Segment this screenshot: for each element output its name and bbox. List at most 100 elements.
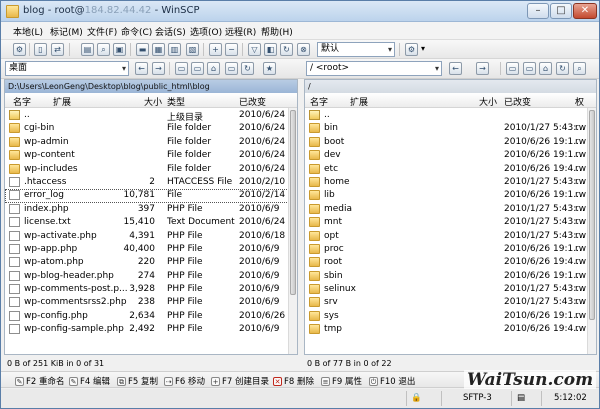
view-icon[interactable]: ▧	[186, 43, 199, 56]
menu-options[interactable]: 选项(O)	[190, 25, 222, 38]
table-row[interactable]: dev 2010/6/26 19:1... rw	[305, 149, 596, 162]
table-row[interactable]: wp-blog-header.php 274 PHP File 2010/6/9	[5, 270, 297, 283]
table-row[interactable]: error_log 10,781 File 2010/2/14	[5, 189, 297, 203]
right-back-icon[interactable]: ←	[449, 62, 462, 75]
table-row[interactable]: root 2010/6/26 19:4... rw	[305, 256, 596, 269]
menu-file[interactable]: 文件(F)	[87, 25, 117, 38]
table-row[interactable]: sys 2010/6/26 19:1... rw	[305, 310, 596, 323]
left-bookmark-icon[interactable]: ★	[263, 62, 276, 75]
table-row[interactable]: wp-content File folder 2010/6/24	[5, 149, 297, 162]
f2-rename-button[interactable]: ✎ F2 重命名	[15, 375, 65, 387]
table-row[interactable]: wp-admin File folder 2010/6/24	[5, 136, 297, 149]
left-home-icon[interactable]: ⌂	[207, 62, 220, 75]
table-row[interactable]: lib 2010/6/26 19:1... rw	[305, 189, 596, 202]
right-parent-icon[interactable]: ▭	[506, 62, 519, 75]
left-folder-icon[interactable]: ▭	[225, 62, 238, 75]
col-ext[interactable]: 扩展	[350, 95, 368, 108]
col-name[interactable]: 名字	[310, 95, 328, 108]
table-row[interactable]: wp-atom.php 220 PHP File 2010/6/9	[5, 256, 297, 269]
left-refresh-icon[interactable]: ↻	[241, 62, 254, 75]
col-changed[interactable]: 已改变	[239, 95, 266, 108]
col-permissions[interactable]: 权	[575, 95, 584, 108]
table-row[interactable]: wp-app.php 40,400 PHP File 2010/6/9	[5, 243, 297, 256]
local-scrollbar[interactable]	[288, 108, 297, 354]
table-row[interactable]: sbin 2010/6/26 19:1... rw	[305, 270, 596, 283]
minus-icon[interactable]: −	[225, 43, 238, 56]
refresh-icon[interactable]: ↻	[280, 43, 293, 56]
right-forward-icon[interactable]: →	[476, 62, 489, 75]
table-row[interactable]: wp-activate.php 4,391 PHP File 2010/6/18	[5, 230, 297, 243]
queue-icon[interactable]: ▤	[81, 43, 94, 56]
minimize-button[interactable]: –	[527, 3, 549, 19]
left-parent-icon[interactable]: ▭	[175, 62, 188, 75]
f6-move-button[interactable]: ⇢ F6 移动	[164, 375, 205, 387]
table-row[interactable]: etc 2010/6/26 19:4... rw	[305, 163, 596, 176]
col-size[interactable]: 大小	[144, 95, 162, 108]
table-row[interactable]: media 2010/1/27 5:43:... rw	[305, 203, 596, 216]
table-row[interactable]: bin 2010/1/27 5:43:... rw	[305, 122, 596, 135]
menu-remote[interactable]: 远程(R)	[225, 25, 256, 38]
stop-icon[interactable]: ⊗	[297, 43, 310, 56]
filter-icon[interactable]: ▽	[248, 43, 261, 56]
f5-copy-button[interactable]: ⧉ F5 复制	[117, 375, 158, 387]
table-row[interactable]: wp-config-sample.php 2,492 PHP File 2010/6/…	[5, 323, 297, 336]
table-row[interactable]: mnt 2010/1/27 5:43:... rw	[305, 216, 596, 229]
local-scroll-thumb[interactable]	[290, 110, 296, 295]
f9-properties-button[interactable]: ≡ F9 属性	[321, 375, 362, 387]
f4-edit-button[interactable]: ✎ F4 编辑	[69, 375, 110, 387]
f8-delete-button[interactable]: ✕ F8 删除	[273, 375, 314, 387]
table-row[interactable]: license.txt 15,410 Text Document 2010/6/24	[5, 216, 297, 229]
f7-create-directory-button[interactable]: + F7 创建目录	[211, 375, 269, 387]
menu-help[interactable]: 帮助(H)	[261, 25, 293, 38]
preferences-icon[interactable]: ▦	[152, 43, 165, 56]
sync-icon[interactable]: ⇄	[51, 43, 64, 56]
left-back-icon[interactable]: ←	[135, 62, 148, 75]
table-row[interactable]: srv 2010/1/27 5:43:... rw	[305, 296, 596, 309]
table-row[interactable]: boot 2010/6/26 19:1... rw	[305, 136, 596, 149]
col-size[interactable]: 大小	[479, 95, 497, 108]
col-ext[interactable]: 扩展	[53, 95, 71, 108]
left-root-icon[interactable]: ▭	[191, 62, 204, 75]
terminal-icon[interactable]: ▬	[136, 43, 149, 56]
compare-icon[interactable]: ▯	[34, 43, 47, 56]
local-drive-select[interactable]: 桌面 ▾	[5, 61, 129, 76]
table-row[interactable]: selinux 2010/1/27 5:43:... rw	[305, 283, 596, 296]
close-button[interactable]: ✕	[573, 3, 597, 19]
table-row[interactable]: cgi-bin File folder 2010/6/24	[5, 122, 297, 135]
table-row[interactable]: ..	[305, 109, 596, 122]
right-home-icon[interactable]: ⌂	[539, 62, 552, 75]
table-row[interactable]: .. 上级目录 2010/6/24	[5, 109, 297, 123]
table-row[interactable]: wp-commentsrss2.php 238 PHP File 2010/6/9	[5, 296, 297, 309]
menu-local[interactable]: 本地(L)	[13, 25, 43, 38]
table-row[interactable]: home 2010/1/27 5:43:... rw	[305, 176, 596, 189]
right-find-icon[interactable]: ⌕	[573, 62, 586, 75]
right-root-icon[interactable]: ▭	[523, 62, 536, 75]
find-icon[interactable]: ⌕	[97, 43, 110, 56]
remote-panel[interactable]: / 名字 扩展 大小 已改变 权 .. bin 2010/1/27 5:43:...…	[304, 79, 597, 355]
table-row[interactable]: index.php 397 PHP File 2010/6/9	[5, 203, 297, 216]
table-row[interactable]: tmp 2010/6/26 19:4... rw	[305, 323, 596, 336]
menu-mark[interactable]: 标记(M)	[50, 25, 83, 38]
remote-scrollbar[interactable]	[587, 108, 596, 354]
table-row[interactable]: wp-config.php 2,634 PHP File 2010/6/26	[5, 310, 297, 323]
table-row[interactable]: .htaccess 2 HTACCESS File 2010/2/10	[5, 176, 297, 189]
right-refresh-icon[interactable]: ↻	[556, 62, 569, 75]
transfer-settings-select[interactable]: 默认 ▾	[317, 42, 395, 57]
left-forward-icon[interactable]: →	[152, 62, 165, 75]
table-row[interactable]: opt 2010/1/27 5:43:... rw	[305, 230, 596, 243]
maximize-button[interactable]: □	[550, 3, 572, 19]
table-row[interactable]: wp-includes File folder 2010/6/24	[5, 163, 297, 176]
remote-scroll-thumb[interactable]	[589, 110, 595, 320]
gear-icon[interactable]: ⚙	[13, 43, 26, 56]
transfer-options-icon[interactable]: ⚙	[405, 43, 418, 56]
f10-exit-button[interactable]: ⏻ F10 退出	[369, 375, 415, 387]
col-changed[interactable]: 已改变	[504, 95, 531, 108]
plus-icon[interactable]: +	[209, 43, 222, 56]
col-name[interactable]: 名字	[13, 95, 31, 108]
invert-icon[interactable]: ◧	[264, 43, 277, 56]
table-row[interactable]: proc 2010/6/26 19:1... rw	[305, 243, 596, 256]
menu-commands[interactable]: 命令(C)	[121, 25, 152, 38]
session-icon[interactable]: ▣	[113, 43, 126, 56]
local-panel[interactable]: D:\Users\LeonGeng\Desktop\blog\public_ht…	[4, 79, 298, 355]
menu-session[interactable]: 会话(S)	[155, 25, 186, 38]
